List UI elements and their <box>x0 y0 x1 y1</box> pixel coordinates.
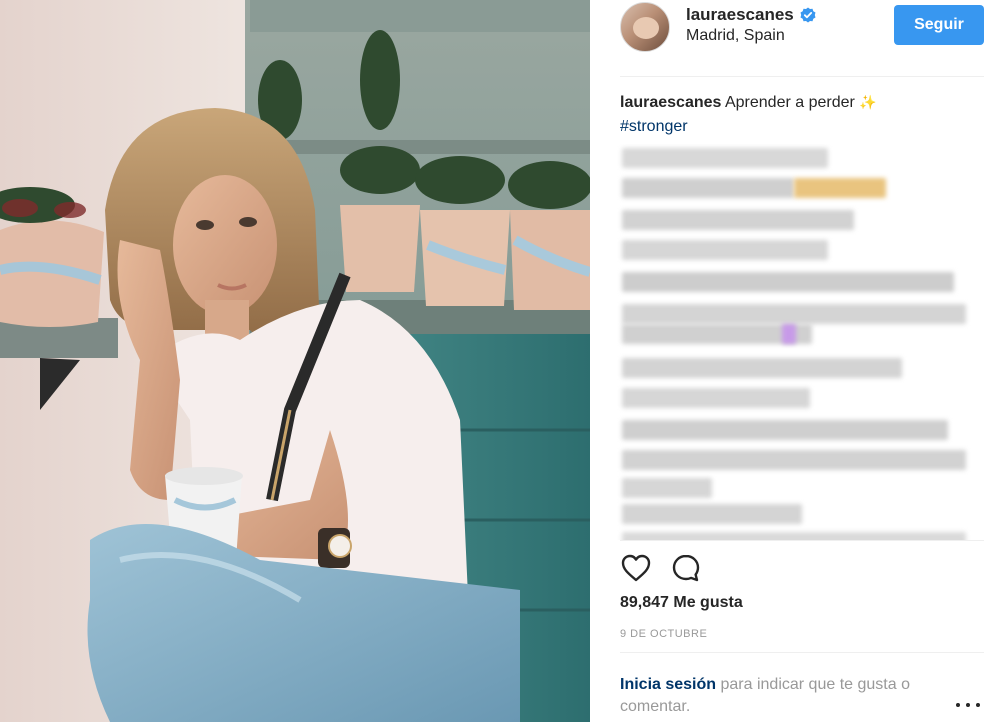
login-prompt: Inicia sesión para indicar que te gusta … <box>620 674 960 718</box>
post-side-panel: lauraescanes Madrid, Spain Seguir laurae… <box>590 0 1000 722</box>
caption-divider <box>620 540 984 541</box>
caption-username[interactable]: lauraescanes <box>620 94 721 111</box>
location-link[interactable]: Madrid, Spain <box>686 27 785 45</box>
hashtag-link[interactable]: #stronger <box>620 115 980 139</box>
username-row: lauraescanes <box>686 4 816 26</box>
verified-badge-icon <box>800 7 816 23</box>
more-options-icon[interactable] <box>956 695 980 715</box>
follow-button[interactable]: Seguir <box>894 5 984 45</box>
blurred-caption-text <box>614 144 988 540</box>
post-date: 9 de octubre <box>620 628 708 640</box>
comment-icon[interactable] <box>670 552 702 584</box>
avatar[interactable] <box>620 2 670 52</box>
heart-icon[interactable] <box>620 552 652 584</box>
post-header: lauraescanes Madrid, Spain Seguir <box>590 0 1000 76</box>
sparkle-icon: ✨ <box>859 94 877 110</box>
likes-count[interactable]: 89,847 Me gusta <box>620 594 743 612</box>
footer-divider <box>620 652 984 653</box>
caption-text: Aprender a perder <box>724 94 855 111</box>
login-link[interactable]: Inicia sesión <box>620 676 716 693</box>
caption: lauraescanes Aprender a perder ✨ #strong… <box>620 90 980 139</box>
action-bar <box>620 551 720 585</box>
header-divider <box>620 76 984 77</box>
post-photo[interactable] <box>0 0 590 722</box>
username-link[interactable]: lauraescanes <box>686 5 794 25</box>
